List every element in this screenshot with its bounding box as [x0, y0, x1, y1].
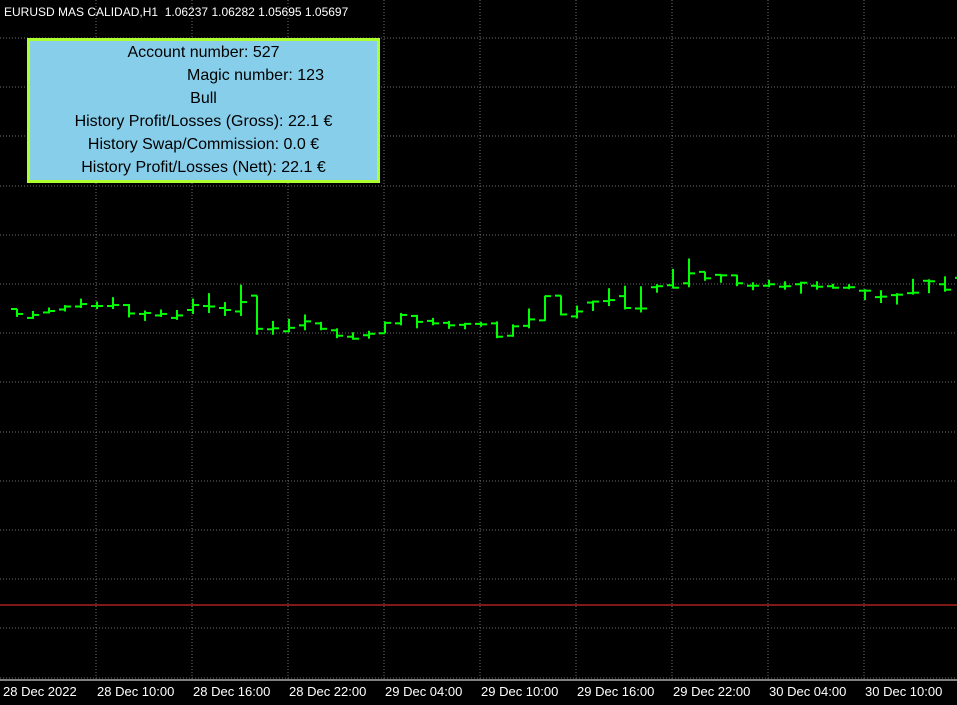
ohlc-close: 1.05697	[304, 5, 349, 19]
ohlc-low: 1.05695	[258, 5, 302, 19]
ohlc-bar	[699, 270, 711, 281]
ohlc-bar	[139, 310, 151, 321]
trend-label: Bull	[190, 90, 217, 107]
ohlc-bar	[779, 281, 791, 290]
ohlc-bar	[603, 288, 615, 307]
ohlc-bar	[795, 281, 807, 294]
ohlc-bar	[715, 273, 727, 283]
ohlc-bar	[75, 298, 87, 309]
ohlc-bar	[427, 317, 439, 326]
ohlc-bar	[251, 294, 263, 335]
time-label: 29 Dec 16:00	[577, 684, 655, 699]
ohlc-bar	[203, 293, 215, 313]
ohlc-bar	[923, 279, 935, 294]
ohlc-bar	[811, 281, 823, 290]
time-label: 29 Dec 04:00	[385, 684, 463, 699]
profit-gross-line: History Profit/Losses (Gross): 22.1 €	[74, 113, 333, 130]
ohlc-bar	[411, 314, 423, 329]
time-label: 28 Dec 22:00	[289, 684, 367, 699]
ohlc-bar	[235, 284, 247, 316]
ohlc-bar	[363, 330, 375, 339]
ohlc-bar	[123, 304, 135, 318]
ohlc-bar	[299, 314, 311, 331]
ohlc-bar	[907, 278, 919, 295]
ohlc-bar	[747, 282, 759, 291]
ohlc-bar	[843, 284, 855, 290]
ohlc-bar	[859, 289, 871, 301]
ohlc-bar	[891, 293, 903, 305]
ohlc-bar	[507, 324, 519, 337]
account-number-line: Account number: 527	[127, 44, 280, 61]
magic-number-line: Magic number: 123	[187, 67, 324, 84]
time-label: 28 Dec 2022	[3, 684, 77, 699]
ohlc-bar	[491, 321, 503, 339]
ohlc-bar	[459, 322, 471, 330]
time-label: 29 Dec 22:00	[673, 684, 751, 699]
ohlc-bar	[187, 298, 199, 314]
symbol-ohlc-header: EURUSD MAS CALIDAD,H1 1.06237 1.06282 1.…	[4, 5, 348, 19]
time-label: 30 Dec 10:00	[865, 684, 943, 699]
profit-nett-line: History Profit/Losses (Nett): 22.1 €	[81, 159, 326, 176]
ohlc-bar	[539, 295, 551, 322]
ohlc-bar	[379, 321, 391, 335]
ohlc-bars	[11, 258, 957, 340]
ohlc-bar	[571, 305, 583, 319]
ohlc-open: 1.06237	[164, 5, 209, 19]
ohlc-bar	[763, 279, 775, 288]
ohlc-bar	[635, 286, 647, 313]
ohlc-bar	[683, 258, 695, 288]
ohlc-bar	[107, 297, 119, 309]
ohlc-bar	[731, 274, 743, 287]
time-label: 30 Dec 04:00	[769, 684, 847, 699]
swap-commission-line: History Swap/Commission: 0.0 €	[87, 136, 320, 153]
ohlc-bar	[395, 312, 407, 326]
ohlc-high: 1.06282	[211, 5, 255, 19]
ohlc-bar	[475, 321, 487, 327]
ohlc-bar	[219, 302, 231, 316]
ohlc-bar	[43, 307, 55, 314]
ohlc-bar	[315, 321, 327, 331]
ohlc-bar	[875, 290, 887, 304]
chart-window[interactable]: EURUSD MAS CALIDAD,H1 1.06237 1.06282 1.…	[0, 0, 957, 705]
ohlc-bar	[619, 285, 631, 310]
ohlc-bar	[331, 328, 343, 339]
ohlc-bar	[59, 305, 71, 312]
ohlc-bar	[667, 268, 679, 289]
symbol-timeframe: EURUSD MAS CALIDAD,H1	[4, 5, 159, 19]
time-label: 28 Dec 16:00	[193, 684, 271, 699]
ohlc-bar	[939, 276, 951, 292]
ohlc-bar	[27, 310, 39, 319]
ohlc-bar	[555, 294, 567, 316]
ohlc-bar	[283, 318, 295, 333]
time-label: 28 Dec 10:00	[97, 684, 175, 699]
ohlc-bar	[523, 308, 535, 329]
ohlc-bar	[587, 300, 599, 311]
ohlc-bar	[267, 320, 279, 335]
ohlc-bar	[651, 284, 663, 293]
ohlc-bar	[171, 309, 183, 320]
ohlc-bar	[155, 309, 167, 317]
time-label: 29 Dec 10:00	[481, 684, 559, 699]
ohlc-bar	[91, 301, 103, 309]
ohlc-bar	[443, 320, 455, 329]
ohlc-bar	[11, 308, 23, 317]
account-info-panel: Account number: 527 Magic number: 123 Bu…	[27, 38, 380, 183]
